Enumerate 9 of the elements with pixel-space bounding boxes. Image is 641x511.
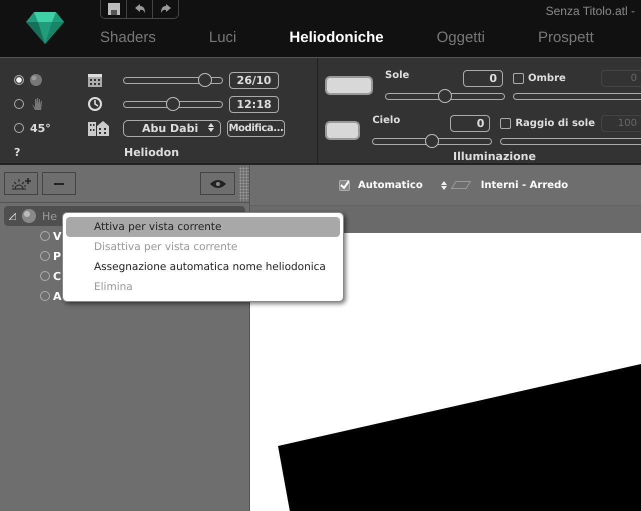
light-label: Sole [385,70,410,81]
window-title: Senza Titolo.atl - [546,4,635,18]
section-title: Heliodon [124,146,180,158]
light-label: Cielo [372,115,402,126]
option-label: Ombre [528,73,566,84]
section-title: Illuminazione [453,150,536,162]
option-label: Raggio di sole [515,118,595,129]
checkbox-label: Automatico [358,180,423,190]
angle-label: 45° [30,122,51,134]
